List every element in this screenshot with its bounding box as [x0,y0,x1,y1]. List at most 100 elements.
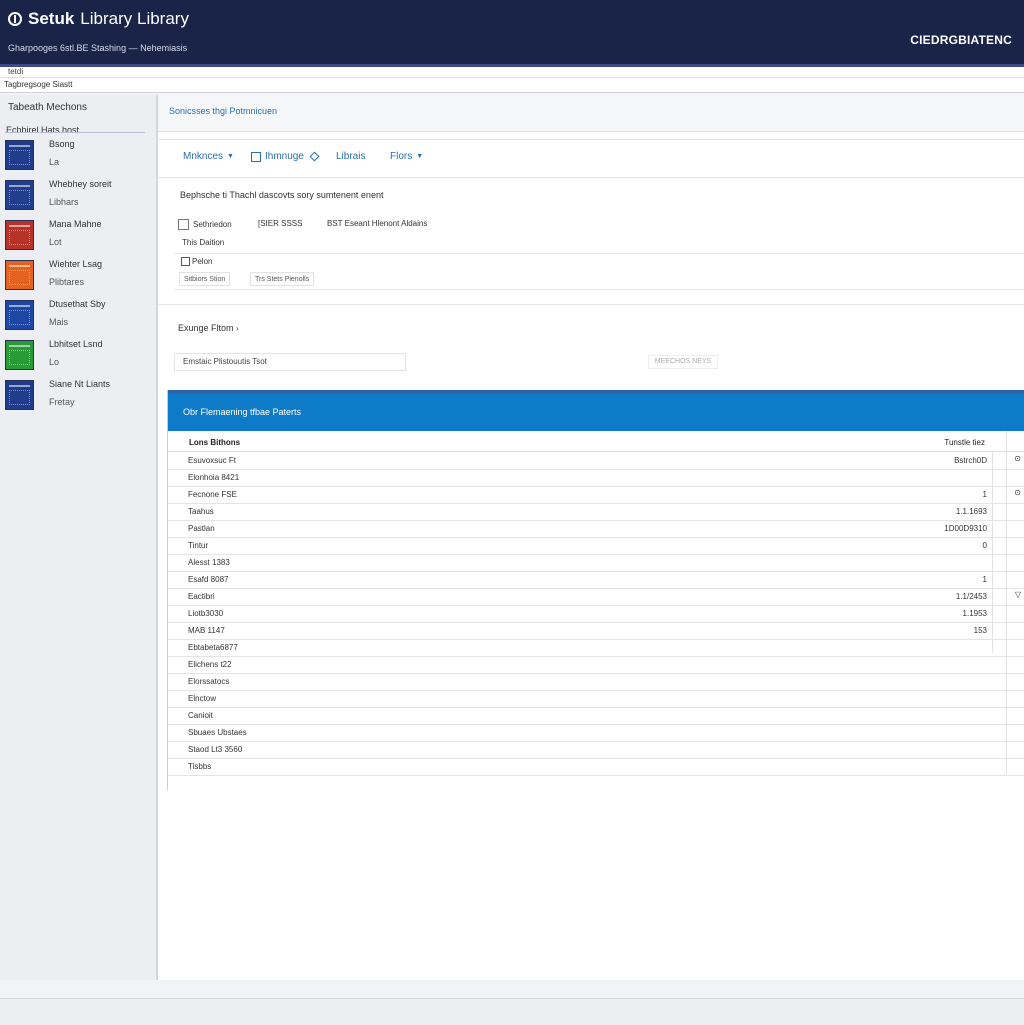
row-name: Tintur [188,541,209,550]
table-row[interactable]: Staod Lt3 3560 [168,741,1024,759]
table-row[interactable]: Alesst 1383 [168,554,1024,572]
sidebar-book-item[interactable]: Siane Nt Liants Fretay [5,379,145,416]
table-title: Obr Flemaening tfbae Paterts [183,407,302,417]
row-name: Sbuaes Ubstaes [188,728,247,737]
table-row[interactable]: Ebtabeta6877 [168,639,1024,657]
row-name: Elnctow [188,694,217,703]
app-title-rest: Library Library [80,9,189,28]
book-title: Whebhey soreit [49,179,112,189]
table-row[interactable]: Elichens t22 [168,656,1024,674]
app-header: Setuk Library Library Gharpooges 6stl.BE… [0,0,1024,64]
row-value: 1.1/2453 [955,592,987,601]
table-row[interactable]: Tisbbs [168,758,1024,776]
column-header-name[interactable]: Lons Bithons [189,438,240,447]
table-row[interactable]: Elnctow [168,690,1024,708]
pelon-checkbox-row[interactable]: Pelon [181,257,212,266]
breadcrumb-label[interactable]: Tagbregsoge Siastt [4,80,73,89]
table-row[interactable]: Pastlan 1D00D9310 [168,520,1024,538]
table-row[interactable]: Sbuaes Ubstaes [168,724,1024,742]
table-row[interactable]: Elorssatocs [168,673,1024,691]
status-bar [0,998,1024,1025]
row-value: 0 [982,541,987,550]
row-name: Taahus [188,507,214,516]
sidebar-subtitle: Echbirel Hats host [6,125,80,135]
row-value: 1D00D9310 [944,524,987,533]
table-row[interactable]: Tintur 0 [168,537,1024,555]
option-3[interactable]: BST Eseant Hlenont Aldains [327,219,427,228]
tab-label: Mnknces [183,151,224,162]
menu-strip: tetdi [0,67,1024,78]
book-cover-thumbnail [5,180,34,210]
sidebar: Tabeath Mechons Echbirel Hats host Bsong… [0,95,158,980]
option-label: BST Eseant Hlenont Aldains [327,219,428,228]
table-row[interactable]: Eactibri 1.1/2453 ▽ [168,588,1024,606]
column-header-value[interactable]: Tunstle tiez [944,438,985,447]
table-header-bar: Obr Flemaening tfbae Paterts [168,390,1024,431]
brand-name: CIEDRGBIATENC [910,33,1012,47]
book-subtitle: La [49,157,60,167]
checkbox[interactable] [181,257,190,266]
row-status-icon[interactable]: ⊙ [1014,488,1021,497]
sidebar-divider [5,132,145,133]
row-name: Tisbbs [188,762,212,771]
sidebar-book-item[interactable]: Dtusethat Sby Mais [5,299,145,336]
book-cover-thumbnail [5,300,34,330]
breadcrumb: Tagbregsoge Siastt [0,78,1024,93]
table-row[interactable]: Esafd 8087 1 [168,571,1024,589]
book-cover-thumbnail [5,340,34,370]
row-name: Eactibri [188,592,215,601]
sidebar-book-item[interactable]: Lbhitset Lsnd Lo [5,339,145,376]
app-title-bold: Setuk [28,9,75,28]
option-label: Sethriedon [193,220,232,229]
option-label: [SIER SSSS [258,219,303,228]
main-panel: Sonicsses thgi Potmnicuen Mnknces ▼ Ihmn… [158,95,1024,980]
search-input[interactable]: Emstaic Plistouutis Tsot [174,353,406,371]
description-text: Bephsche ti Thachl dascovts sory sumtene… [180,190,384,200]
row-status-icon[interactable]: ⊙ [1014,454,1021,463]
book-title: Mana Mahne [49,219,102,229]
row-status-icon[interactable]: ▽ [1015,590,1021,599]
table-row[interactable]: Esuvoxsuc Ft Bstrch0D ⊙ [168,452,1024,470]
row-name: Alesst 1383 [188,558,230,567]
table-row[interactable]: MAB 1147 153 [168,622,1024,640]
option-2[interactable]: [SIER SSSS [258,219,302,228]
sidebar-book-item[interactable]: Mana Mahne Lot [5,219,145,256]
book-title: Siane Nt Liants [49,379,111,389]
tab-label: Flors [390,151,413,162]
browse-dropdown[interactable]: Exunge Fltom › [178,323,239,333]
tab-ihmnuge[interactable]: Ihmnuge [251,151,320,162]
checkbox[interactable] [178,219,189,230]
pienolls-button[interactable]: Trs Stets Pienolls [250,272,315,286]
book-cover-thumbnail [5,260,34,290]
book-subtitle: Libhars [49,197,79,207]
table-row[interactable]: Fecnone FSE 1 ⊙ [168,486,1024,504]
row-name: Canioit [188,711,213,720]
row-name: Pastlan [188,524,215,533]
table-row[interactable]: Canioit [168,707,1024,725]
book-subtitle: Plibtares [49,277,85,287]
divider [174,289,1024,290]
menu-strip-label[interactable]: tetdi [8,67,23,76]
book-title: Lbhitset Lsnd [49,339,103,349]
power-logo-icon [8,12,22,26]
checkbox-label: Pelon [192,257,213,266]
tab-bar: Mnknces ▼ Ihmnuge Librais Flors ▼ [158,139,1024,178]
row-value: 153 [973,626,987,635]
table-row[interactable]: Liotb3030 1.1953 [168,605,1024,623]
table-row[interactable]: Taahus 1.1.1693 [168,503,1024,521]
divider [158,304,1024,305]
browse-label: Exunge Fltom [178,323,234,333]
option-1[interactable]: Sethriedon [178,219,232,230]
row-value: 1 [982,575,987,584]
book-cover-thumbnail [5,220,34,250]
table-row[interactable]: Elonhoia 8421 [168,469,1024,487]
sidebar-book-item[interactable]: Whebhey soreit Libhars [5,179,145,216]
tab-mnknces[interactable]: Mnknces ▼ [183,151,234,162]
tab-librais[interactable]: Librais [336,151,365,162]
row-name: Ebtabeta6877 [188,643,238,652]
tab-flors[interactable]: Flors ▼ [390,151,423,162]
sidebar-book-item[interactable]: Wiehter Lsag Plibtares [5,259,145,296]
row-name: Elichens t22 [188,660,232,669]
stations-button[interactable]: Sitbiors Stion [179,272,231,286]
sidebar-book-item[interactable]: Bsong La [5,139,145,176]
